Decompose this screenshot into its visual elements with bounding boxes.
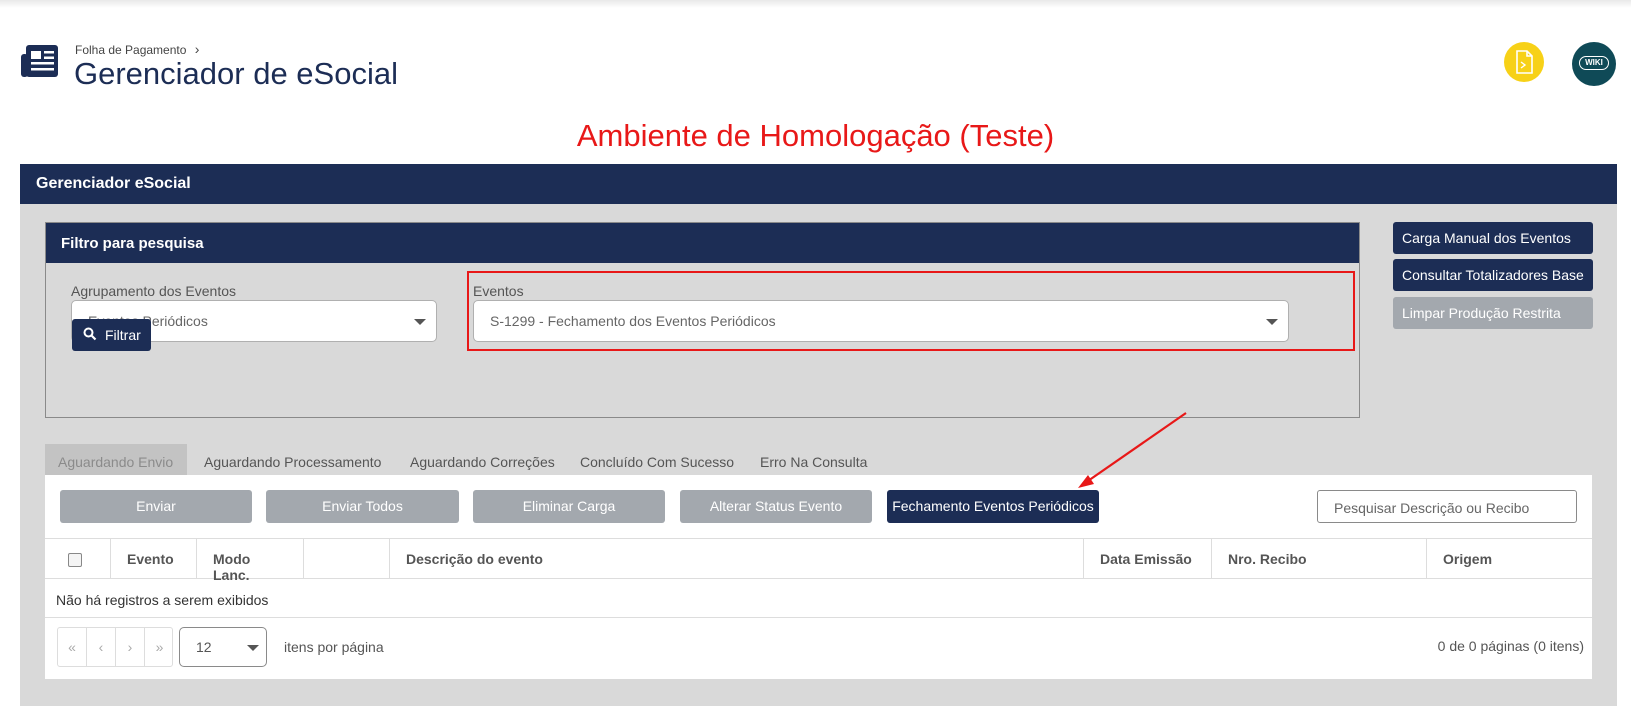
column-descricao[interactable]: Descrição do evento	[390, 539, 1084, 579]
tab-concluido-com-sucesso[interactable]: Concluído Com Sucesso	[567, 444, 747, 476]
filter-panel: Filtro para pesquisa Agrupamento dos Eve…	[45, 222, 1360, 418]
search-icon	[83, 327, 97, 341]
send-all-button[interactable]: Enviar Todos	[266, 490, 459, 523]
page-title: Gerenciador de eSocial	[74, 56, 398, 91]
send-button[interactable]: Enviar	[60, 490, 252, 523]
per-page-label: itens por página	[284, 639, 384, 655]
empty-message: Não há registros a serem exibidos	[56, 592, 269, 608]
top-shadow	[0, 0, 1631, 8]
highlight-annotation	[467, 271, 1355, 351]
filter-title: Filtro para pesquisa	[46, 223, 1359, 263]
chevron-down-icon	[247, 645, 259, 651]
column-data-emissao[interactable]: Data Emissão	[1084, 539, 1212, 579]
breadcrumb-separator: ›	[194, 41, 200, 57]
wiki-button[interactable]: WIKI	[1572, 42, 1616, 86]
last-page-button[interactable]: »	[145, 628, 174, 666]
esocial-manager-card: Gerenciador eSocial Filtro para pesquisa…	[20, 164, 1617, 706]
tab-aguardando-processamento[interactable]: Aguardando Processamento	[191, 444, 394, 476]
next-page-button[interactable]: ›	[116, 628, 145, 666]
tab-aguardando-envio[interactable]: Aguardando Envio	[45, 444, 187, 476]
column-evento[interactable]: Evento	[111, 539, 197, 579]
pager: « ‹ › » 12 itens por página 0 de 0 págin…	[45, 617, 1592, 679]
chevron-down-icon	[414, 319, 426, 325]
totalizers-button[interactable]: Consultar Totalizadores Base	[1393, 259, 1593, 291]
pdf-help-button[interactable]	[1504, 42, 1544, 82]
search-input[interactable]: Pesquisar Descrição ou Recibo	[1317, 490, 1577, 523]
manual-load-button[interactable]: Carga Manual dos Eventos	[1393, 222, 1593, 254]
clear-restricted-button[interactable]: Limpar Produção Restrita	[1393, 297, 1593, 329]
prev-page-button[interactable]: ‹	[87, 628, 116, 666]
environment-banner: Ambiente de Homologação (Teste)	[576, 118, 1055, 153]
page-info: 0 de 0 páginas (0 itens)	[1437, 638, 1584, 654]
column-origem[interactable]: Origem	[1427, 539, 1592, 579]
filter-button[interactable]: Filtrar	[72, 319, 151, 351]
grid-header: Evento Modo Lanc. Descrição do evento Da…	[45, 538, 1592, 583]
column-modo-lanc[interactable]: Modo Lanc.	[197, 539, 304, 583]
column-blank	[304, 539, 390, 579]
breadcrumb[interactable]: Folha de Pagamento ›	[75, 41, 199, 57]
pager-nav: « ‹ › »	[57, 627, 173, 667]
events-panel: Enviar Enviar Todos Eliminar Carga Alter…	[45, 475, 1592, 679]
tab-erro-na-consulta[interactable]: Erro Na Consulta	[747, 444, 880, 476]
change-status-button[interactable]: Alterar Status Evento	[680, 490, 872, 523]
group-label: Agrupamento dos Eventos	[71, 283, 236, 299]
page-size-value: 12	[196, 639, 212, 655]
close-periodic-events-button[interactable]: Fechamento Eventos Periódicos	[887, 490, 1099, 523]
filter-button-label: Filtrar	[105, 327, 141, 343]
breadcrumb-folha[interactable]: Folha de Pagamento	[75, 43, 186, 57]
wiki-label: WIKI	[1579, 56, 1609, 70]
page-size-select[interactable]: 12	[179, 627, 267, 667]
select-all-checkbox[interactable]	[68, 553, 82, 567]
newspaper-icon	[21, 45, 58, 77]
first-page-button[interactable]: «	[58, 628, 87, 666]
card-title: Gerenciador eSocial	[20, 164, 1617, 204]
pdf-file-icon	[1516, 50, 1533, 74]
column-nro-recibo[interactable]: Nro. Recibo	[1212, 539, 1427, 579]
select-all-cell	[45, 539, 111, 579]
tab-aguardando-correcoes[interactable]: Aguardando Correções	[397, 444, 568, 476]
remove-load-button[interactable]: Eliminar Carga	[473, 490, 665, 523]
